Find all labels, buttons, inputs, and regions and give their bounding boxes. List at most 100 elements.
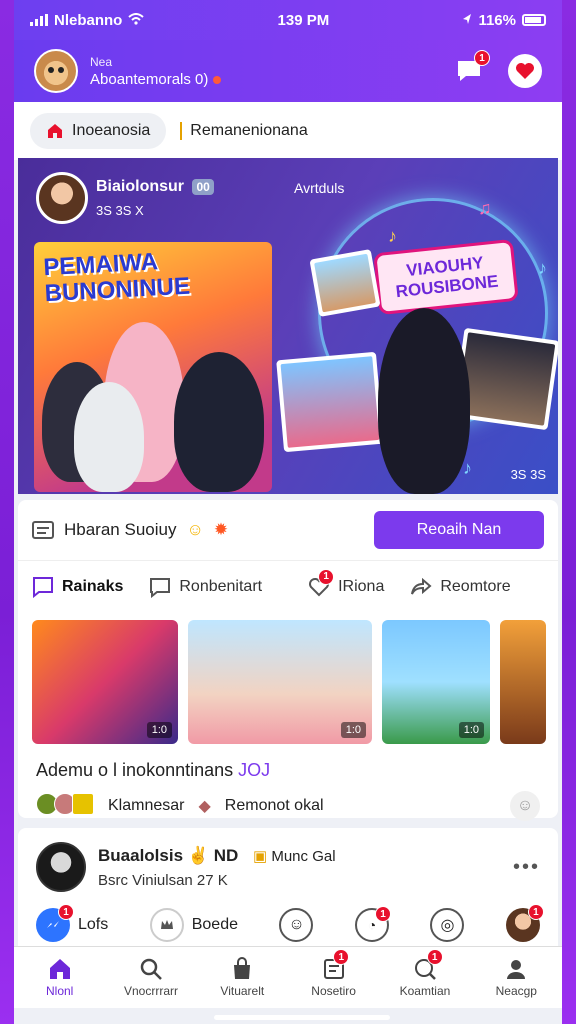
nav-shop[interactable]: Vituarelt	[197, 947, 288, 1008]
avatar-group	[36, 792, 94, 820]
music-note-icon: ♫	[478, 198, 492, 218]
music-note-icon: ♪	[463, 458, 472, 478]
home-red-icon	[48, 124, 62, 138]
host-name: Biaiolonsur 00	[96, 178, 214, 196]
chat-button[interactable]: 1	[452, 50, 490, 88]
app-header: Nea Aboantemorals 0) 1	[14, 40, 562, 102]
action-reomtore[interactable]: Reomtore	[410, 577, 511, 596]
photo-card	[309, 249, 381, 317]
action-rainaks[interactable]: Rainaks	[32, 576, 123, 598]
feed-meta: Klamnesar ◆ Remonot okal ☺	[18, 781, 558, 831]
music-note-icon: ♪	[538, 258, 547, 278]
more-icon[interactable]: •••	[513, 856, 540, 879]
post-card: Buaalolsis ✌ ND ▣ Munc Gal Bsrc Viniulsa…	[18, 828, 558, 952]
chat-icon	[150, 577, 171, 598]
share-icon	[411, 577, 432, 594]
fire-icon: ✹	[213, 520, 229, 539]
feed-card: Hbaran Suoiuy ☺ ✹ Reoaih Nan Rainaks Ron…	[18, 500, 558, 821]
nav-news[interactable]: 1 Nosetiro	[288, 947, 379, 1008]
video-thumb[interactable]	[500, 620, 546, 744]
clock: 139 PM	[277, 11, 330, 29]
reaction-badge: 1	[527, 904, 544, 920]
reaction-badge: 1	[58, 904, 74, 920]
tab-inoeanosia[interactable]: Inoeanosia	[30, 113, 167, 149]
battery-icon	[522, 14, 546, 26]
poster-person	[378, 308, 470, 494]
header-text: Nea Aboantemorals 0)	[90, 54, 440, 88]
emoji-icon: ☺	[186, 520, 204, 539]
poster-left: PEMAIWA BUNONINUE	[34, 242, 272, 492]
music-note-icon: ♪	[388, 226, 397, 246]
location-icon	[462, 12, 472, 29]
host-avatar[interactable]	[36, 172, 88, 224]
user-avatar[interactable]	[34, 49, 78, 93]
reaction-boede[interactable]: Boede	[149, 908, 238, 942]
tab-label: Inoeanosia	[72, 122, 151, 139]
timer-icon[interactable]: ◔ 1	[354, 906, 391, 942]
search-row: Hbaran Suoiuy ☺ ✹ Reoaih Nan	[18, 500, 558, 560]
nav-chat[interactable]: 1 Koamtian	[379, 947, 470, 1008]
video-duration: 1:0	[458, 722, 484, 738]
post-header: Buaalolsis ✌ ND ▣ Munc Gal Bsrc Viniulsa…	[18, 828, 558, 898]
smile-icon[interactable]: ☺	[510, 791, 540, 821]
hero-top-label: Avrtduls	[294, 180, 345, 196]
poster-left-title: PEMAIWA BUNONINUE	[42, 248, 191, 308]
action-badge: 1	[318, 568, 335, 585]
meta-right: Remonot okal	[224, 797, 324, 814]
tab-row: Inoeanosia Remanenionana	[14, 102, 562, 160]
comment-box-icon	[33, 576, 53, 598]
video-thumb[interactable]: 1:0	[188, 620, 372, 744]
favorites-button[interactable]	[508, 54, 542, 88]
host-subtitle: 3S 3S X	[96, 203, 144, 218]
post-sub: Bsrc Viniulsan 27 K	[98, 871, 228, 889]
wifi-icon	[128, 12, 144, 29]
video-duration: 1:0	[146, 722, 172, 738]
signal-icon	[30, 14, 48, 26]
search-row-label: Hbaran Suoiuy	[64, 520, 177, 539]
photo-card	[276, 351, 384, 453]
app-screen: Nlebanno 139 PM 116% Nea Aboantemorals 0…	[14, 0, 562, 1024]
nav-badge: 1	[426, 949, 443, 965]
tab-label: Remanenionana	[190, 122, 308, 139]
host-badge: 00	[192, 179, 214, 195]
chat-badge: 1	[474, 50, 490, 66]
tag-icon: ◆	[198, 798, 211, 815]
feed-caption: Ademu o l inokonntinans JOJ	[36, 760, 271, 780]
nav-profile[interactable]: Neacgp	[471, 947, 562, 1008]
tab-remanenionana[interactable]: Remanenionana	[180, 122, 308, 140]
search-icon	[140, 958, 162, 980]
action-iriona[interactable]: 1 IRiona	[308, 568, 384, 597]
bag-icon	[234, 957, 251, 979]
action-bar: Rainaks Ronbenitart 1 IRiona Reomtore	[18, 560, 558, 612]
action-ronbenitart[interactable]: Ronbenitart	[149, 576, 262, 598]
heart-icon	[516, 63, 534, 79]
nav-home[interactable]: Nlonl	[14, 947, 105, 1008]
reaction-like[interactable]: 1 Lofs	[36, 904, 108, 942]
meta-left: Klamnesar	[108, 797, 185, 814]
list-icon	[32, 521, 54, 539]
crown-icon	[149, 908, 184, 942]
profile-icon	[507, 960, 526, 979]
target-icon[interactable]: ◎	[430, 908, 465, 942]
video-thumbnails: 1:0 1:0 1:0	[18, 612, 558, 752]
home-indicator	[214, 1015, 390, 1020]
hero-counter: 3S 3S	[510, 467, 546, 482]
search-button[interactable]: Reoaih Nan	[374, 511, 544, 549]
reaction-row: 1 Lofs Boede ☺ ◔ 1 ◎ 1	[18, 898, 558, 952]
hero-banner[interactable]: Biaiolonsur 00 3S 3S X Avrtduls PEMAIWA …	[18, 158, 558, 494]
status-bar: Nlebanno 139 PM 116%	[14, 0, 562, 40]
smile-reaction-icon[interactable]: ☺	[279, 908, 314, 942]
header-line2: Aboantemorals 0)	[90, 71, 440, 88]
video-thumb[interactable]: 1:0	[382, 620, 490, 744]
video-thumb[interactable]: 1:0	[32, 620, 178, 744]
battery-text: 116%	[478, 11, 516, 29]
bottom-nav: Nlonl Vnocrrrarr Vituarelt 1 Nosetiro 1 …	[14, 946, 562, 1008]
nav-search[interactable]: Vnocrrrarr	[105, 947, 196, 1008]
home-icon	[49, 959, 70, 979]
messenger-icon: 1	[36, 904, 74, 942]
post-avatar[interactable]	[36, 842, 86, 892]
nav-badge: 1	[333, 949, 350, 965]
post-name: Buaalolsis ✌ ND ▣ Munc Gal	[98, 845, 336, 865]
friend-avatar[interactable]: 1	[505, 904, 544, 942]
carrier-name: Nlebanno	[54, 11, 123, 29]
